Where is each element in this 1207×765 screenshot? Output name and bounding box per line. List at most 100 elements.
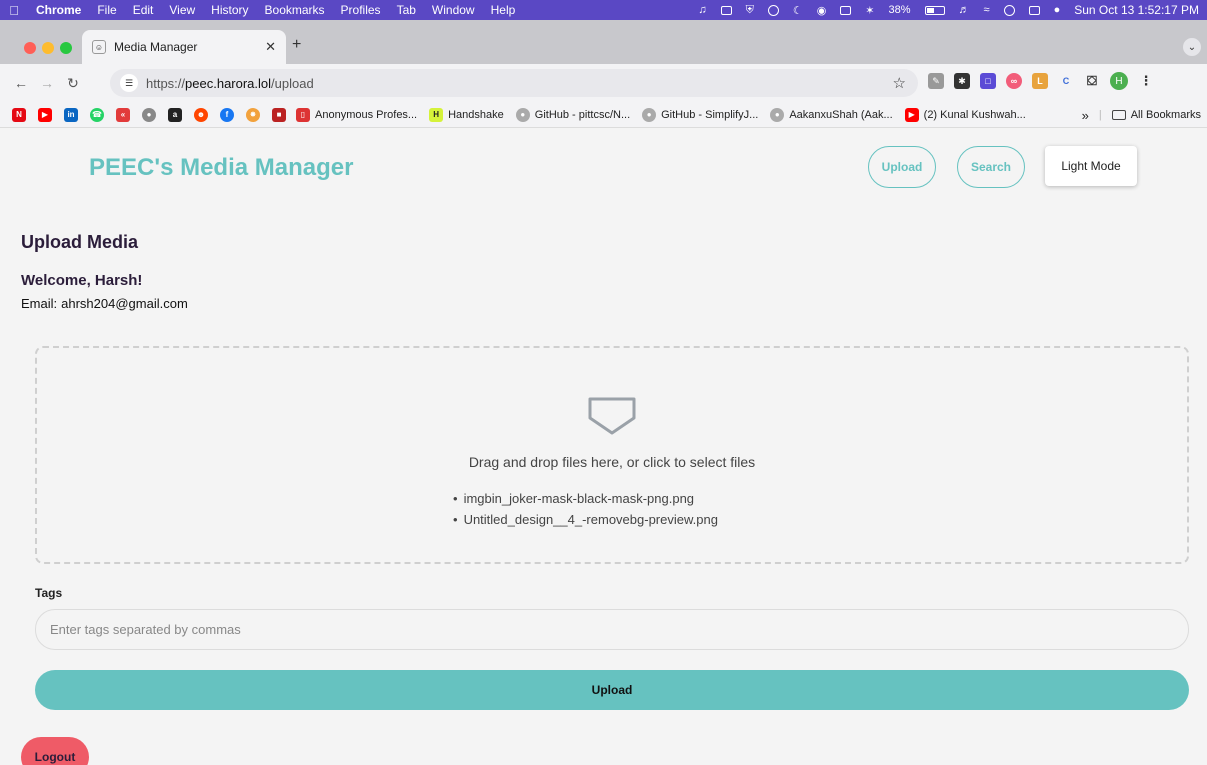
apple-icon[interactable]:  — [0, 3, 28, 18]
extension-1-icon[interactable]: ✎ — [928, 73, 944, 89]
battery-icon[interactable] — [924, 5, 945, 15]
bookmark-whatsapp-icon[interactable]: ☎ — [90, 107, 104, 122]
bookmark-netflix-icon[interactable]: N — [12, 107, 26, 122]
siri-icon[interactable]: ● — [1054, 4, 1061, 16]
volume-icon[interactable]: ♬ — [959, 4, 970, 16]
menu-help[interactable]: Help — [483, 3, 524, 17]
bookmark-kunal[interactable]: ▶ (2) Kunal Kushwah... — [901, 107, 1026, 122]
menu-window[interactable]: Window — [424, 3, 483, 17]
bookmark-news-icon[interactable]: ■ — [272, 107, 286, 122]
bluetooth-icon[interactable]: ✶ — [865, 4, 874, 17]
menu-clock[interactable]: Sun Oct 13 1:52:17 PM — [1074, 3, 1199, 17]
page-content: PEEC's Media Manager Upload Search Light… — [0, 128, 1207, 765]
window-zoom-button[interactable] — [60, 42, 72, 54]
new-tab-icon[interactable]: + — [292, 36, 301, 54]
bookmark-label: Anonymous Profes... — [315, 108, 418, 121]
bookmark-amazon-icon[interactable]: a — [168, 107, 182, 122]
bookmark-github-simplify[interactable]: ● GitHub - SimplifyJ... — [638, 107, 758, 122]
email-line: Email: ahrsh204@gmail.com — [21, 296, 188, 311]
file-item: imgbin_joker-mask-black-mask-png.png — [453, 488, 718, 509]
selected-files-list: imgbin_joker-mask-black-mask-png.png Unt… — [453, 488, 718, 530]
browser-toolbar: ← → ↻ ☰ https://peec.harora.lol/upload ☆… — [0, 64, 1207, 102]
macos-menu-bar:  Chrome File Edit View History Bookmark… — [0, 0, 1207, 20]
menu-app-name[interactable]: Chrome — [28, 3, 89, 17]
profile-avatar[interactable]: H — [1110, 72, 1128, 90]
bookmark-youtube-icon[interactable]: ▶ — [38, 107, 52, 122]
menu-history[interactable]: History — [203, 3, 256, 17]
tab-search-chevron-icon[interactable]: ⌄ — [1183, 38, 1201, 56]
reload-icon[interactable]: ↻ — [60, 75, 86, 92]
extension-3-icon[interactable]: □ — [980, 73, 996, 89]
control-center-icon[interactable] — [1028, 5, 1040, 15]
extensions-area: ✎ ✱ □ ∞ L C ⛋ H ⋮ — [928, 72, 1154, 90]
window-minimize-button[interactable] — [42, 42, 54, 54]
logout-button[interactable]: Logout — [21, 737, 89, 765]
menu-tab[interactable]: Tab — [389, 3, 424, 17]
extensions-puzzle-icon[interactable]: ⛋ — [1084, 73, 1100, 89]
menu-edit[interactable]: Edit — [125, 3, 162, 17]
bookmark-arrow-icon[interactable]: « — [116, 107, 130, 122]
status-memory-icon[interactable] — [840, 5, 852, 15]
tags-input[interactable] — [35, 609, 1189, 650]
file-item: Untitled_design__4_-removebg-preview.png — [453, 509, 718, 530]
nav-search-button[interactable]: Search — [957, 146, 1025, 188]
status-airdrop-icon[interactable]: ◉ — [817, 4, 827, 17]
tab-close-icon[interactable]: ✕ — [265, 39, 276, 55]
bookmarks-right: » | All Bookmarks — [1081, 102, 1207, 127]
light-mode-toggle[interactable]: Light Mode — [1045, 146, 1137, 186]
bookmark-github-pittcsc[interactable]: ● GitHub - pittcsc/N... — [512, 107, 630, 122]
bookmark-anonymous-professor[interactable]: ▯ Anonymous Profes... — [292, 107, 418, 122]
status-app-icon[interactable]: ♫ — [698, 4, 706, 16]
bookmark-youtube-icon: ▶ — [904, 107, 919, 122]
bookmark-label: Handshake — [448, 108, 504, 121]
status-moon-icon[interactable]: ☾ — [793, 4, 803, 17]
bookmark-aakanxushah[interactable]: ● AakanxuShah (Aak... — [766, 107, 893, 122]
tab-title: Media Manager — [114, 40, 198, 54]
file-dropzone[interactable]: Drag and drop files here, or click to se… — [35, 346, 1189, 564]
user-icon[interactable] — [1003, 4, 1015, 16]
status-shield-icon[interactable]: ⛨ — [746, 4, 754, 17]
menu-status-area: ♫ ⛨ ☾ ◉ ✶ 38% ♬ ≈ ● Sun Oct 13 1:52:17 P… — [698, 3, 1207, 17]
status-display-icon[interactable] — [720, 5, 732, 15]
welcome-heading: Welcome, Harsh! — [21, 272, 143, 289]
page-title: Upload Media — [21, 232, 139, 252]
folder-icon — [1111, 110, 1126, 120]
bookmark-facebook-icon[interactable]: f — [220, 107, 234, 122]
all-bookmarks[interactable]: All Bookmarks — [1111, 109, 1201, 121]
extension-6-icon[interactable]: C — [1058, 73, 1074, 89]
window-close-button[interactable] — [24, 42, 36, 54]
address-bar[interactable]: ☰ https://peec.harora.lol/upload ☆ — [110, 69, 918, 97]
back-icon[interactable]: ← — [8, 75, 34, 91]
bookmark-github-icon[interactable]: ● — [142, 107, 156, 122]
bookmarks-overflow-icon[interactable]: » — [1082, 108, 1089, 123]
brand-title[interactable]: PEEC's Media Manager — [89, 154, 353, 182]
bookmark-reddit-icon[interactable]: ☻ — [194, 107, 208, 122]
tab-favicon-icon: ☺ — [92, 40, 106, 54]
upload-submit-button[interactable]: Upload — [35, 670, 1189, 710]
forward-icon[interactable]: → — [34, 75, 60, 91]
site-info-icon[interactable]: ☰ — [120, 74, 138, 92]
bookmark-star-icon[interactable]: ☆ — [893, 74, 906, 92]
extension-4-icon[interactable]: ∞ — [1006, 73, 1022, 89]
extension-2-icon[interactable]: ✱ — [954, 73, 970, 89]
bookmark-github-icon: ● — [515, 107, 530, 122]
tab-media-manager[interactable]: ☺ Media Manager ✕ — [82, 30, 286, 64]
tags-label: Tags — [35, 586, 63, 600]
menu-profiles[interactable]: Profiles — [333, 3, 389, 17]
bookmark-pitt-icon[interactable]: ✸ — [246, 107, 260, 122]
menu-file[interactable]: File — [89, 3, 124, 17]
menu-bookmarks[interactable]: Bookmarks — [257, 3, 333, 17]
extension-5-icon[interactable]: L — [1032, 73, 1048, 89]
menu-view[interactable]: View — [161, 3, 203, 17]
bookmark-label: AakanxuShah (Aak... — [789, 108, 893, 121]
url-path: /upload — [271, 75, 314, 91]
wifi-icon[interactable]: ≈ — [984, 4, 990, 16]
nav-upload-button[interactable]: Upload — [868, 146, 936, 188]
bookmark-linkedin-icon[interactable]: in — [64, 107, 78, 122]
bookmark-handshake[interactable]: H Handshake — [425, 107, 504, 122]
status-play-icon[interactable] — [767, 4, 779, 16]
bookmark-github-icon: ● — [642, 107, 657, 122]
inbox-icon — [588, 397, 636, 435]
dropzone-text: Drag and drop files here, or click to se… — [468, 454, 756, 470]
chrome-menu-icon[interactable]: ⋮ — [1138, 73, 1154, 89]
